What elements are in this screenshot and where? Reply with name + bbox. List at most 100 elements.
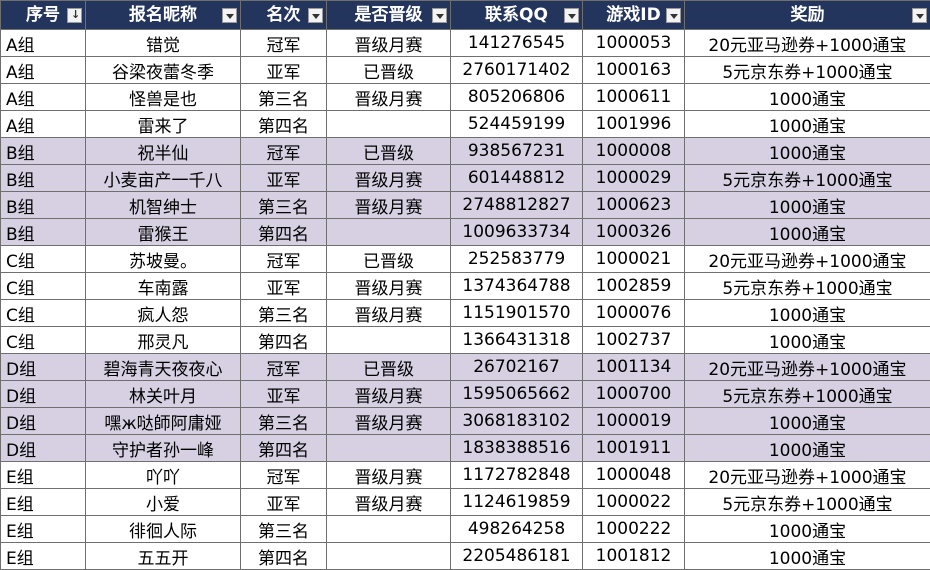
cell-game-id[interactable]: 1000611	[583, 84, 685, 111]
cell-rank[interactable]: 冠军	[241, 354, 327, 381]
cell-nickname[interactable]: 祝半仙	[86, 138, 241, 165]
cell-game-id[interactable]: 1000019	[583, 408, 685, 435]
cell-qq[interactable]: 524459199	[451, 111, 583, 138]
cell-group[interactable]: D组	[1, 435, 86, 462]
cell-rank[interactable]: 第四名	[241, 435, 327, 462]
cell-game-id[interactable]: 1000053	[583, 30, 685, 57]
cell-reward[interactable]: 1000通宝	[685, 111, 930, 138]
cell-game-id[interactable]: 1002737	[583, 327, 685, 354]
cell-group[interactable]: B组	[1, 192, 86, 219]
cell-rank[interactable]: 亚军	[241, 57, 327, 84]
cell-group[interactable]: E组	[1, 462, 86, 489]
cell-game-id[interactable]: 1000048	[583, 462, 685, 489]
cell-nickname[interactable]: 错觉	[86, 30, 241, 57]
cell-qq[interactable]: 1374364788	[451, 273, 583, 300]
cell-rank[interactable]: 第四名	[241, 543, 327, 570]
cell-group[interactable]: B组	[1, 138, 86, 165]
cell-promotion[interactable]: 晋级月赛	[327, 489, 451, 516]
cell-reward[interactable]: 20元亚马逊券+1000通宝	[685, 462, 930, 489]
cell-promotion[interactable]: 晋级月赛	[327, 381, 451, 408]
cell-rank[interactable]: 第四名	[241, 327, 327, 354]
cell-rank[interactable]: 亚军	[241, 489, 327, 516]
filter-dropdown-icon[interactable]	[432, 8, 447, 23]
cell-qq[interactable]: 1009633734	[451, 219, 583, 246]
cell-group[interactable]: A组	[1, 84, 86, 111]
cell-group[interactable]: E组	[1, 543, 86, 570]
cell-promotion[interactable]: 晋级月赛	[327, 408, 451, 435]
cell-nickname[interactable]: 车南露	[86, 273, 241, 300]
cell-rank[interactable]: 亚军	[241, 381, 327, 408]
cell-group[interactable]: E组	[1, 516, 86, 543]
cell-group[interactable]: C组	[1, 300, 86, 327]
cell-nickname[interactable]: 五五开	[86, 543, 241, 570]
cell-rank[interactable]: 第三名	[241, 516, 327, 543]
cell-nickname[interactable]: 谷梁夜蕾冬季	[86, 57, 241, 84]
cell-group[interactable]: D组	[1, 354, 86, 381]
cell-promotion[interactable]: 已晋级	[327, 138, 451, 165]
cell-qq[interactable]: 2205486181	[451, 543, 583, 570]
cell-nickname[interactable]: 小麦亩产一千八	[86, 165, 241, 192]
cell-reward[interactable]: 1000通宝	[685, 300, 930, 327]
cell-promotion[interactable]	[327, 219, 451, 246]
cell-promotion[interactable]	[327, 516, 451, 543]
cell-qq[interactable]: 2748812827	[451, 192, 583, 219]
cell-rank[interactable]: 亚军	[241, 273, 327, 300]
cell-nickname[interactable]: 嘿ж哒師阿庸娅	[86, 408, 241, 435]
cell-nickname[interactable]: 小爱	[86, 489, 241, 516]
cell-group[interactable]: D组	[1, 381, 86, 408]
cell-nickname[interactable]: 林关叶月	[86, 381, 241, 408]
cell-qq[interactable]: 601448812	[451, 165, 583, 192]
cell-group[interactable]: A组	[1, 111, 86, 138]
cell-game-id[interactable]: 1000623	[583, 192, 685, 219]
cell-nickname[interactable]: 疯人怨	[86, 300, 241, 327]
cell-game-id[interactable]: 1000022	[583, 489, 685, 516]
cell-qq[interactable]: 938567231	[451, 138, 583, 165]
cell-qq[interactable]: 26702167	[451, 354, 583, 381]
cell-qq[interactable]: 3068183102	[451, 408, 583, 435]
cell-qq[interactable]: 1151901570	[451, 300, 583, 327]
cell-group[interactable]: B组	[1, 165, 86, 192]
cell-game-id[interactable]: 1001911	[583, 435, 685, 462]
cell-game-id[interactable]: 1000163	[583, 57, 685, 84]
cell-group[interactable]: E组	[1, 489, 86, 516]
cell-promotion[interactable]	[327, 543, 451, 570]
cell-qq[interactable]: 805206806	[451, 84, 583, 111]
cell-qq[interactable]: 141276545	[451, 30, 583, 57]
cell-reward[interactable]: 20元亚马逊券+1000通宝	[685, 246, 930, 273]
cell-promotion[interactable]: 晋级月赛	[327, 165, 451, 192]
cell-reward[interactable]: 5元京东券+1000通宝	[685, 273, 930, 300]
cell-reward[interactable]: 1000通宝	[685, 84, 930, 111]
cell-promotion[interactable]: 晋级月赛	[327, 462, 451, 489]
cell-qq[interactable]: 252583779	[451, 246, 583, 273]
cell-game-id[interactable]: 1000076	[583, 300, 685, 327]
sort-filter-icon[interactable]	[67, 8, 82, 23]
cell-nickname[interactable]: 苏坡曼。	[86, 246, 241, 273]
cell-promotion[interactable]: 已晋级	[327, 246, 451, 273]
cell-rank[interactable]: 冠军	[241, 30, 327, 57]
cell-rank[interactable]: 冠军	[241, 138, 327, 165]
cell-promotion[interactable]	[327, 327, 451, 354]
cell-nickname[interactable]: 守护者孙一峰	[86, 435, 241, 462]
cell-reward[interactable]: 1000通宝	[685, 192, 930, 219]
cell-qq[interactable]: 2760171402	[451, 57, 583, 84]
cell-qq[interactable]: 1838388516	[451, 435, 583, 462]
cell-group[interactable]: A组	[1, 30, 86, 57]
cell-group[interactable]: C组	[1, 327, 86, 354]
cell-reward[interactable]: 1000通宝	[685, 516, 930, 543]
cell-nickname[interactable]: 怪兽是也	[86, 84, 241, 111]
cell-promotion[interactable]	[327, 435, 451, 462]
cell-reward[interactable]: 1000通宝	[685, 327, 930, 354]
cell-rank[interactable]: 第三名	[241, 84, 327, 111]
filter-dropdown-icon[interactable]	[564, 8, 579, 23]
cell-nickname[interactable]: 碧海青天夜夜心	[86, 354, 241, 381]
cell-promotion[interactable]: 晋级月赛	[327, 300, 451, 327]
cell-rank[interactable]: 冠军	[241, 246, 327, 273]
cell-promotion[interactable]: 晋级月赛	[327, 273, 451, 300]
cell-reward[interactable]: 5元京东券+1000通宝	[685, 489, 930, 516]
cell-reward[interactable]: 1000通宝	[685, 138, 930, 165]
filter-dropdown-icon[interactable]	[222, 8, 237, 23]
cell-nickname[interactable]: 雷来了	[86, 111, 241, 138]
filter-dropdown-icon[interactable]	[308, 8, 323, 23]
cell-reward[interactable]: 5元京东券+1000通宝	[685, 381, 930, 408]
cell-promotion[interactable]: 晋级月赛	[327, 84, 451, 111]
